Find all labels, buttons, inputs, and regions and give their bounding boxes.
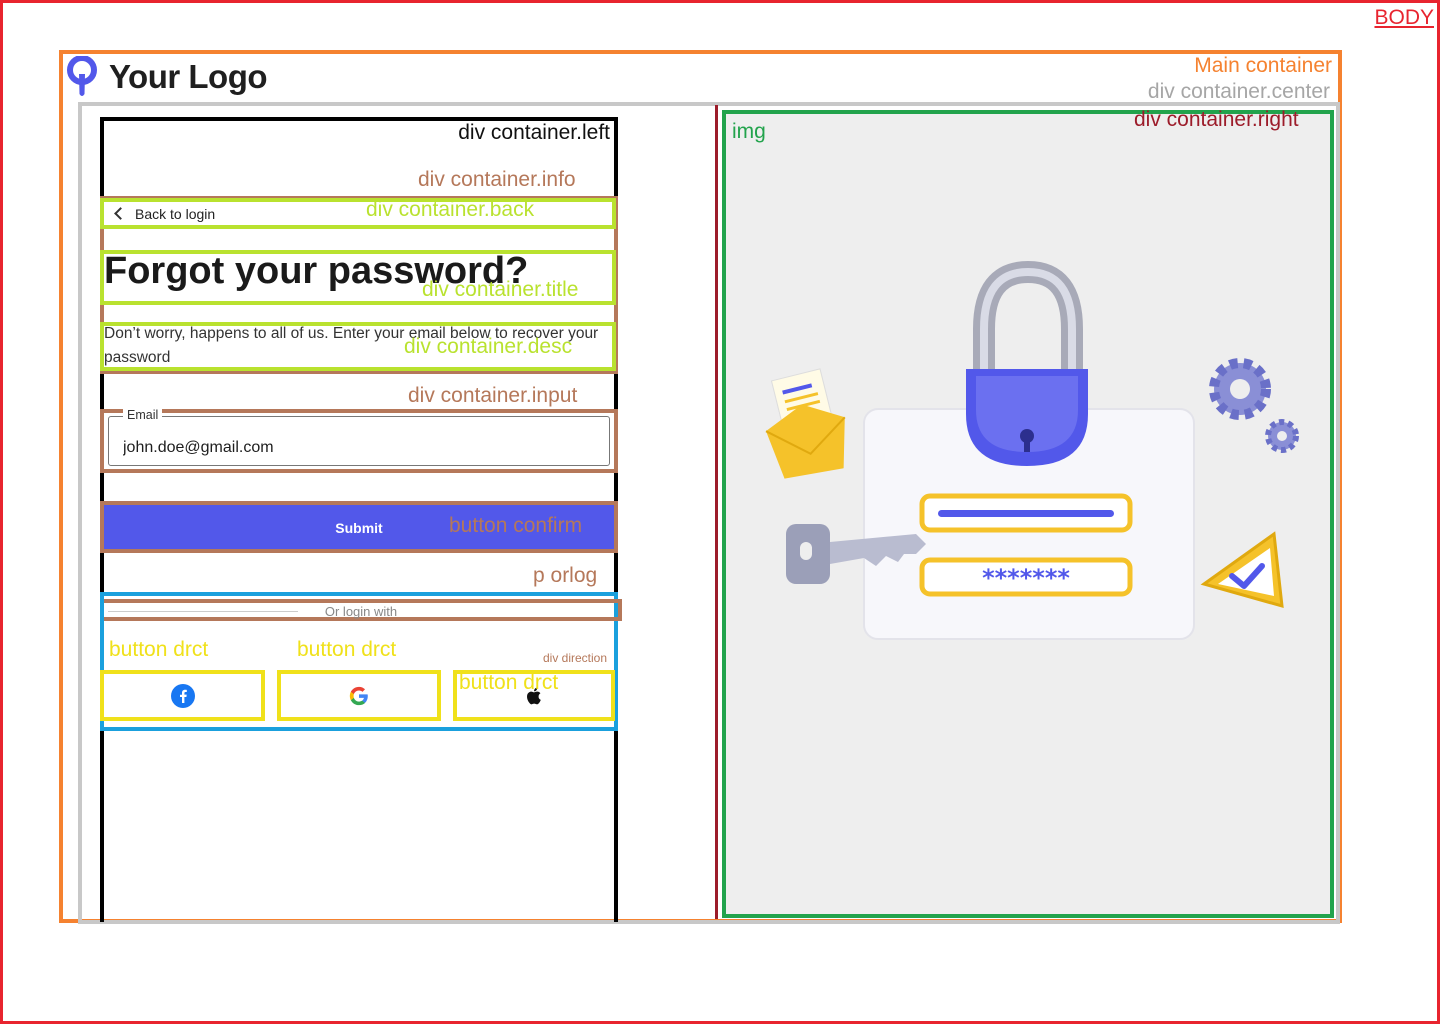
input-container-annotation: div container.input xyxy=(408,384,578,407)
main-container-annotation: Main container xyxy=(1194,54,1332,77)
facebook-icon xyxy=(170,683,195,708)
email-label: Email xyxy=(123,408,163,422)
facebook-login-button[interactable] xyxy=(100,670,265,721)
confirm-button-annotation: button confirm xyxy=(449,514,583,537)
back-to-login-label: Back to login xyxy=(135,205,216,222)
drct-button-annotation: button drct xyxy=(297,638,397,661)
email-field-outline: Email xyxy=(108,408,610,466)
orlog-annotation: p orlog xyxy=(533,564,598,587)
back-to-login-link[interactable]: Back to login xyxy=(100,198,616,229)
logo-text: Your Logo xyxy=(109,58,268,95)
direction-annotation: div direction xyxy=(543,651,608,665)
illustration-image: ******* xyxy=(722,110,1334,918)
password-mask-text: ******* xyxy=(982,564,1070,592)
google-login-button[interactable] xyxy=(277,670,441,721)
back-container-annotation: div container.back xyxy=(366,198,535,221)
drct-button-annotation: button drct xyxy=(109,638,209,661)
center-container-annotation: div container.center xyxy=(1147,80,1330,103)
chevron-left-icon xyxy=(114,207,127,220)
logo-icon xyxy=(65,55,99,98)
google-icon xyxy=(349,686,368,705)
email-input[interactable] xyxy=(123,439,583,457)
info-container-annotation: div container.info xyxy=(418,168,576,191)
img-annotation: img xyxy=(732,120,766,143)
desc-container-annotation: div container.desc xyxy=(404,335,573,358)
logo[interactable]: Your Logo xyxy=(65,55,268,98)
or-login-text: Or login with xyxy=(324,604,398,619)
body-annotation: BODY xyxy=(1374,6,1434,29)
title-container-annotation: div container.title xyxy=(422,278,579,301)
drct-button-annotation: button drct xyxy=(459,671,559,694)
right-container-annotation: div container.right xyxy=(1134,108,1299,131)
or-login-divider: Or login with xyxy=(104,599,622,621)
security-illustration: ******* xyxy=(765,260,1299,640)
input-container: Email xyxy=(100,408,618,473)
left-container-annotation: div container.left xyxy=(458,121,610,144)
